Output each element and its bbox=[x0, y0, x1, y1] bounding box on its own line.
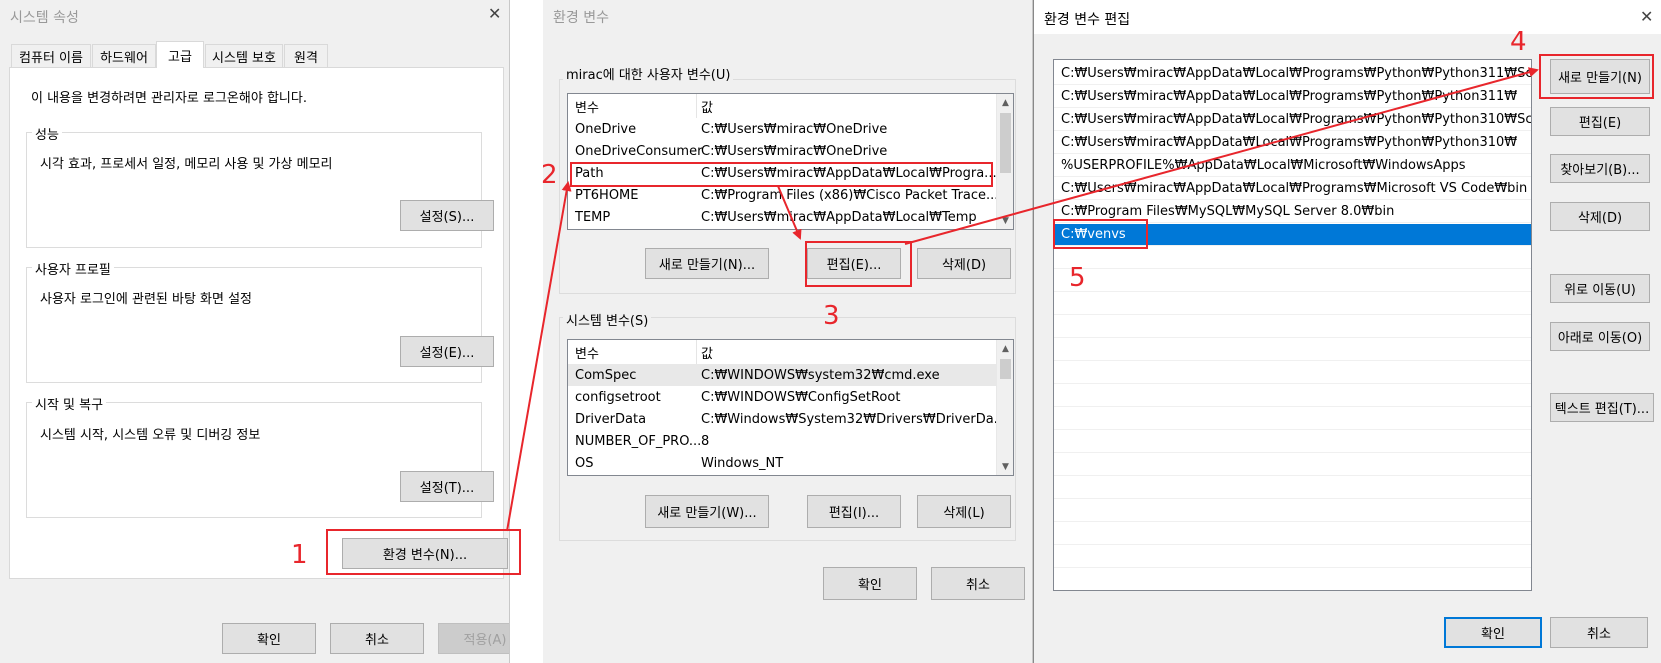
performance-desc: 시각 효과, 프로세서 일정, 메모리 사용 및 가상 메모리 bbox=[40, 157, 333, 172]
window-title: 시스템 속성 bbox=[10, 10, 79, 26]
table-row[interactable]: DriverData C:₩Windows₩System32₩Drivers₩Dr… bbox=[568, 408, 1006, 430]
tab-hardware[interactable]: 하드웨어 bbox=[92, 44, 156, 68]
system-edit-button[interactable]: 편집(I)... bbox=[807, 495, 901, 528]
move-down-button[interactable]: 아래로 이동(O) bbox=[1550, 322, 1650, 351]
list-header: 변수 값 bbox=[568, 340, 998, 364]
edit-button[interactable]: 편집(E) bbox=[1550, 107, 1650, 136]
environment-variables-window: 환경 변수 mirac에 대한 사용자 변수(U) 변수 값 OneDrive C… bbox=[543, 0, 1033, 663]
scroll-thumb[interactable] bbox=[1000, 113, 1011, 173]
delete-button[interactable]: 삭제(D) bbox=[1550, 202, 1650, 231]
cancel-button[interactable]: 취소 bbox=[330, 623, 424, 654]
annotation-5: 5 bbox=[1069, 263, 1086, 293]
table-row[interactable]: configsetroot C:₩WINDOWS₩ConfigSetRoot bbox=[568, 386, 998, 408]
scroll-down-icon[interactable]: ▼ bbox=[997, 458, 1013, 475]
performance-title: 성능 bbox=[32, 124, 62, 143]
user-profiles-desc: 사용자 로그인에 관련된 바탕 화면 설정 bbox=[40, 292, 253, 307]
system-list-scrollbar[interactable]: ▲ ▼ bbox=[996, 340, 1013, 475]
tab-remote[interactable]: 원격 bbox=[284, 44, 328, 68]
scroll-thumb[interactable] bbox=[1000, 359, 1011, 379]
browse-button[interactable]: 찾아보기(B)... bbox=[1550, 154, 1650, 183]
user-delete-button[interactable]: 삭제(D) bbox=[917, 248, 1011, 279]
admin-notice: 이 내용을 변경하려면 관리자로 로그온해야 합니다. bbox=[31, 91, 307, 106]
list-item[interactable]: C:₩Users₩mirac₩AppData₩Local₩Programs₩Py… bbox=[1054, 86, 1531, 108]
tab-computer-name[interactable]: 컴퓨터 이름 bbox=[11, 44, 91, 68]
column-header-value[interactable]: 값 bbox=[701, 343, 713, 362]
highlight-new-button bbox=[1539, 54, 1654, 99]
table-row[interactable]: TEMP C:₩Users₩mirac₩AppData₩Local₩Temp bbox=[568, 206, 998, 228]
ok-button[interactable]: 확인 bbox=[823, 567, 917, 600]
edit-text-button[interactable]: 텍스트 편집(T)... bbox=[1550, 393, 1654, 422]
edit-environment-variable-window: 환경 변수 편집 ✕ C:₩Users₩mirac₩AppData₩Local₩… bbox=[1033, 0, 1661, 663]
ok-button[interactable]: 확인 bbox=[1444, 617, 1542, 648]
scroll-up-icon[interactable]: ▲ bbox=[997, 340, 1013, 357]
column-header-variable[interactable]: 변수 bbox=[575, 343, 599, 362]
system-variables-title: 시스템 변수(S) bbox=[563, 310, 652, 329]
highlight-venvs-item bbox=[1053, 219, 1148, 249]
startup-recovery-settings-button[interactable]: 설정(T)... bbox=[400, 471, 494, 502]
highlight-user-edit-button bbox=[805, 241, 912, 287]
user-list-scrollbar[interactable]: ▲ ▼ bbox=[996, 94, 1013, 229]
column-header-value[interactable]: 값 bbox=[701, 97, 713, 116]
highlight-path-row bbox=[570, 162, 993, 187]
list-item[interactable]: C:₩Users₩mirac₩AppData₩Local₩Programs₩Mi… bbox=[1054, 178, 1531, 200]
performance-settings-button[interactable]: 설정(S)... bbox=[400, 200, 494, 231]
table-row[interactable]: NUMBER_OF_PRO... 8 bbox=[568, 430, 998, 452]
list-header: 변수 값 bbox=[568, 94, 998, 118]
system-new-button[interactable]: 새로 만들기(W)... bbox=[645, 495, 769, 528]
table-row[interactable]: ComSpec C:₩WINDOWS₩system32₩cmd.exe bbox=[568, 364, 998, 386]
startup-recovery-title: 시작 및 복구 bbox=[32, 394, 107, 413]
annotation-2: 2 bbox=[541, 160, 558, 190]
table-row[interactable]: OneDriveConsumer C:₩Users₩mirac₩OneDrive bbox=[568, 140, 998, 162]
user-new-button[interactable]: 새로 만들기(N)... bbox=[645, 248, 769, 279]
list-item[interactable]: C:₩Users₩mirac₩AppData₩Local₩Programs₩Py… bbox=[1054, 109, 1531, 131]
tab-advanced[interactable]: 고급 bbox=[156, 41, 204, 68]
window-title: 환경 변수 편집 bbox=[1044, 12, 1131, 28]
annotation-1: 1 bbox=[291, 540, 308, 570]
user-variables-title: mirac에 대한 사용자 변수(U) bbox=[563, 64, 734, 83]
apply-button[interactable]: 적용(A) bbox=[438, 623, 509, 654]
close-icon[interactable]: ✕ bbox=[1640, 7, 1653, 27]
system-variables-list[interactable]: 변수 값 ComSpec C:₩WINDOWS₩system32₩cmd.exe … bbox=[567, 339, 1014, 476]
table-row[interactable]: PT6HOME C:₩Program Files (x86)₩Cisco Pack… bbox=[568, 184, 998, 206]
annotation-3: 3 bbox=[823, 301, 840, 331]
scroll-down-icon[interactable]: ▼ bbox=[997, 212, 1013, 229]
path-entries-list[interactable]: C:₩Users₩mirac₩AppData₩Local₩Programs₩Py… bbox=[1053, 59, 1532, 591]
list-item[interactable]: C:₩Users₩mirac₩AppData₩Local₩Programs₩Py… bbox=[1054, 132, 1531, 154]
table-row[interactable]: OS Windows_NT bbox=[568, 452, 998, 474]
table-row[interactable]: OneDrive C:₩Users₩mirac₩OneDrive bbox=[568, 118, 998, 140]
cancel-button[interactable]: 취소 bbox=[931, 567, 1025, 600]
scroll-up-icon[interactable]: ▲ bbox=[997, 94, 1013, 111]
window-title: 환경 변수 bbox=[553, 10, 609, 26]
column-header-variable[interactable]: 변수 bbox=[575, 97, 599, 116]
startup-recovery-desc: 시스템 시작, 시스템 오류 및 디버깅 정보 bbox=[40, 428, 261, 443]
move-up-button[interactable]: 위로 이동(U) bbox=[1550, 274, 1650, 303]
close-icon[interactable]: ✕ bbox=[488, 4, 501, 24]
ok-button[interactable]: 확인 bbox=[222, 623, 316, 654]
user-profiles-settings-button[interactable]: 설정(E)... bbox=[400, 336, 494, 367]
annotation-4: 4 bbox=[1510, 27, 1527, 57]
highlight-env-button bbox=[326, 529, 521, 575]
cancel-button[interactable]: 취소 bbox=[1550, 617, 1648, 648]
user-profiles-title: 사용자 프로필 bbox=[32, 259, 114, 278]
list-item[interactable]: C:₩Users₩mirac₩AppData₩Local₩Programs₩Py… bbox=[1054, 63, 1531, 85]
tab-hardware-profile[interactable]: 시스템 보호 bbox=[205, 44, 283, 68]
list-item[interactable]: %USERPROFILE%₩AppData₩Local₩Microsoft₩Wi… bbox=[1054, 155, 1531, 177]
system-delete-button[interactable]: 삭제(L) bbox=[917, 495, 1011, 528]
